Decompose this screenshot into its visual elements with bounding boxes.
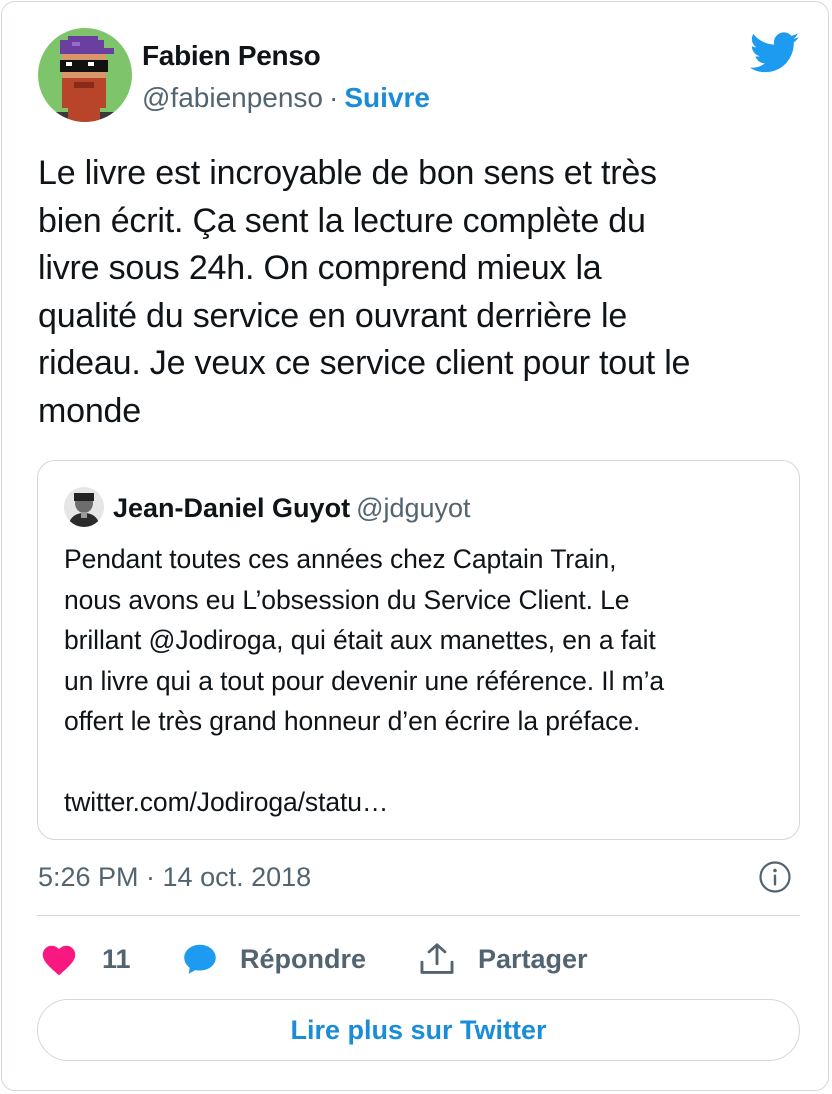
quoted-author-avatar <box>64 487 104 527</box>
embedded-tweet-card: Fabien Penso @fabienpenso · Suivre Le livr… <box>1 1 829 1091</box>
author-avatar[interactable] <box>38 28 132 122</box>
divider <box>37 915 800 916</box>
read-more-on-twitter-button[interactable]: Lire plus sur Twitter <box>37 999 800 1061</box>
author-handle[interactable]: @fabienpenso <box>142 82 323 113</box>
share-upload-icon <box>418 941 456 977</box>
like-count: 11 <box>102 943 131 974</box>
share-label: Partager <box>478 943 588 974</box>
quoted-author-line: Jean-Daniel Guyot @jdguyot <box>113 493 471 524</box>
quoted-author-handle: @jdguyot <box>356 493 471 523</box>
tweet-timestamp[interactable]: 5:26 PM · 14 oct. 2018 <box>38 862 311 893</box>
speech-bubble-icon <box>182 942 218 976</box>
follow-button[interactable]: Suivre <box>344 82 430 113</box>
reply-label: Répondre <box>240 943 367 974</box>
share-button[interactable]: Partager <box>418 942 588 976</box>
twitter-bird-icon[interactable] <box>749 32 800 74</box>
like-button[interactable]: 11 <box>40 942 131 976</box>
author-name[interactable]: Fabien Penso <box>142 40 321 72</box>
author-handle-row: @fabienpenso · Suivre <box>142 82 430 114</box>
quoted-tweet[interactable]: Jean-Daniel Guyot @jdguyot Pendant toutes… <box>37 460 800 840</box>
heart-icon <box>40 942 78 976</box>
quoted-tweet-text: Pendant toutes ces années chez Captain T… <box>64 544 665 817</box>
info-icon[interactable] <box>758 860 792 894</box>
handle-separator: · <box>329 82 339 113</box>
quoted-author-name: Jean-Daniel Guyot <box>113 493 351 523</box>
reply-button[interactable]: Répondre <box>182 942 366 976</box>
tweet-text: Le livre est incroyable de bon sens et t… <box>38 154 691 430</box>
